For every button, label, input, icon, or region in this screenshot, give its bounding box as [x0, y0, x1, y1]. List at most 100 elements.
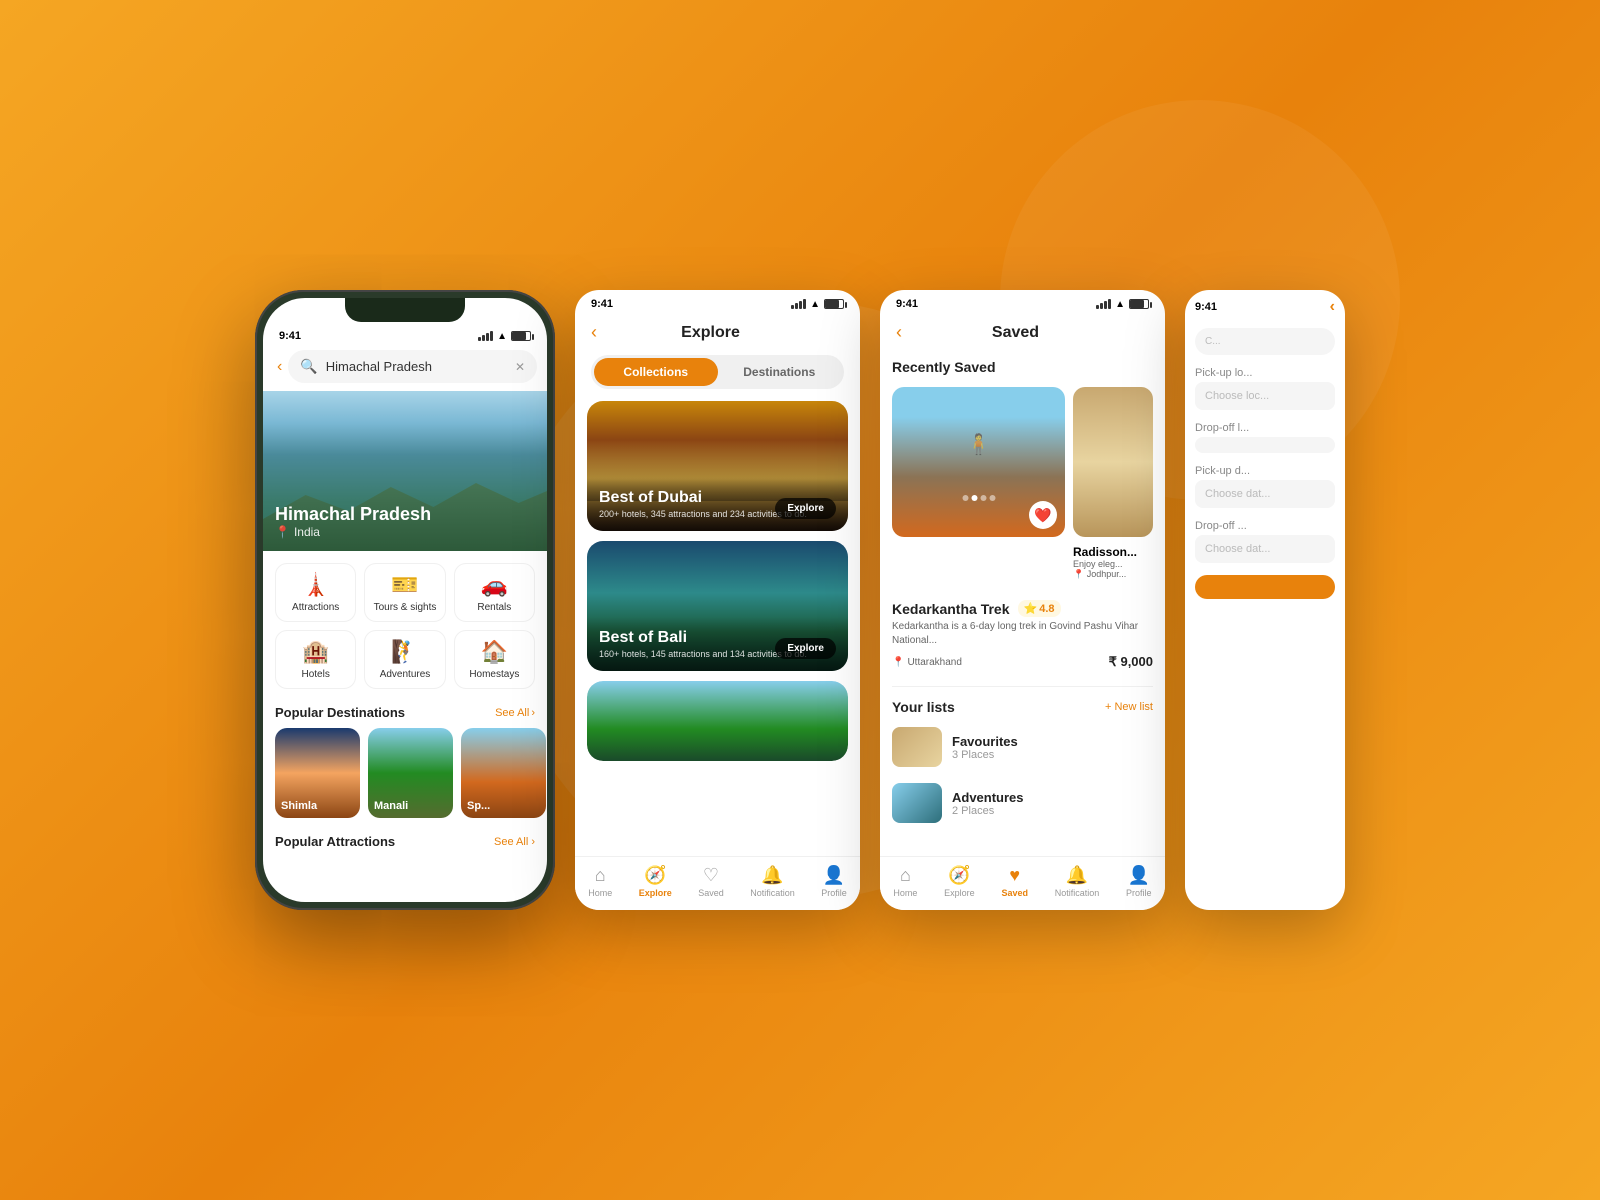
- cat-adventures[interactable]: 🧗 Adventures: [364, 630, 445, 689]
- nav-notification-3[interactable]: 🔔 Notification: [1055, 865, 1100, 898]
- profile-icon-2: 👤: [823, 865, 845, 886]
- your-lists-header: Your lists + New list: [880, 695, 1165, 719]
- dropoff-loc-label: Drop-off l...: [1195, 422, 1335, 434]
- card3[interactable]: [587, 681, 848, 761]
- search-cars-btn[interactable]: [1195, 575, 1335, 599]
- back-button-3[interactable]: ‹: [896, 322, 902, 343]
- radisson-card[interactable]: [1073, 387, 1153, 537]
- nav-explore-2[interactable]: 🧭 Explore: [639, 865, 672, 898]
- dest-spiti[interactable]: Sp...: [461, 728, 546, 818]
- destinations-list: Shimla Manali Sp...: [263, 728, 547, 830]
- tours-icon: 🎫: [391, 572, 418, 598]
- location-country: 📍 India: [275, 525, 431, 539]
- nav-saved-2[interactable]: ♡ Saved: [698, 865, 724, 898]
- search-bar-1[interactable]: 🔍 Himachal Pradesh ✕: [288, 350, 537, 383]
- pickup-date-input[interactable]: Choose dat...: [1195, 480, 1335, 508]
- trek-description: Kedarkantha is a 6-day long trek in Govi…: [892, 620, 1153, 648]
- saved-label-2: Saved: [698, 888, 724, 898]
- dropoff-date-input[interactable]: Choose dat...: [1195, 535, 1335, 563]
- radisson-bg: [1073, 387, 1153, 537]
- dest-shimla[interactable]: Shimla: [275, 728, 360, 818]
- bali-explore-btn[interactable]: Explore: [775, 638, 836, 659]
- see-all-attractions[interactable]: See All ›: [494, 836, 535, 848]
- nav-home-3[interactable]: ⌂ Home: [893, 865, 917, 898]
- trek-price: ₹ 9,000: [1109, 654, 1153, 670]
- time-2: 9:41: [591, 298, 613, 310]
- attractions-icon: 🗼: [302, 572, 329, 598]
- spiti-label: Sp...: [467, 800, 490, 812]
- notification-icon-2: 🔔: [761, 865, 783, 886]
- profile-label-2: Profile: [821, 888, 847, 898]
- dest-manali[interactable]: Manali: [368, 728, 453, 818]
- recently-saved-label: Recently Saved: [880, 351, 1165, 379]
- back-button-4[interactable]: ‹: [1330, 298, 1335, 316]
- saved-icon-3: ♥: [1009, 865, 1020, 886]
- tours-label: Tours & sights: [374, 602, 437, 613]
- saved-header: ‹ Saved: [880, 314, 1165, 351]
- search-icon-1: 🔍: [300, 358, 317, 375]
- bali-card[interactable]: Best of Bali 160+ hotels, 145 attraction…: [587, 541, 848, 671]
- bottom-nav-3: ⌂ Home 🧭 Explore ♥ Saved 🔔 Notification …: [880, 856, 1165, 910]
- kedarkantha-card[interactable]: 🧍 ❤️: [892, 387, 1065, 537]
- screen4: 9:41 ‹ C... Pick-up lo... Choose loc... …: [1185, 290, 1345, 910]
- nav-saved-3[interactable]: ♥ Saved: [1001, 865, 1028, 898]
- tab-collections[interactable]: Collections: [594, 358, 718, 386]
- favourites-info: Favourites 3 Places: [952, 734, 1018, 761]
- radisson-loc: 📍 Jodhpur...: [1073, 569, 1153, 580]
- nav-home-2[interactable]: ⌂ Home: [588, 865, 612, 898]
- nav-profile-2[interactable]: 👤 Profile: [821, 865, 847, 898]
- list-item-adventures[interactable]: Adventures 2 Places: [880, 775, 1165, 831]
- favourites-name: Favourites: [952, 734, 1018, 749]
- explore-title: Explore: [681, 324, 740, 342]
- search-input-4[interactable]: C...: [1195, 328, 1335, 355]
- divider: [892, 686, 1153, 687]
- shimla-label: Shimla: [281, 800, 317, 812]
- pickup-loc-input[interactable]: Choose loc...: [1195, 382, 1335, 410]
- profile-icon-3: 👤: [1128, 865, 1150, 886]
- saved-hero-cards: 🧍 ❤️ Radisson... Enjoy eleg...: [880, 379, 1165, 592]
- saved-icon-2: ♡: [703, 865, 719, 886]
- screen3: 9:41 ▲ ‹ Saved Recently Saved: [880, 290, 1165, 910]
- home-label-3: Home: [893, 888, 917, 898]
- dropoff-loc-input[interactable]: [1195, 437, 1335, 453]
- back-button-2[interactable]: ‹: [591, 322, 597, 343]
- screen1-inner: 9:41 ▲ ‹: [263, 298, 547, 902]
- list-item-favourites[interactable]: Favourites 3 Places: [880, 719, 1165, 775]
- card-dots: [962, 495, 995, 501]
- back-button-1[interactable]: ‹: [277, 358, 282, 376]
- nav-explore-3[interactable]: 🧭 Explore: [944, 865, 975, 898]
- cat-rentals[interactable]: 🚗 Rentals: [454, 563, 535, 622]
- explore-tabs: Collections Destinations: [591, 355, 844, 389]
- cat-tours[interactable]: 🎫 Tours & sights: [364, 563, 445, 622]
- adventures-name: Adventures: [952, 790, 1024, 805]
- manali-label: Manali: [374, 800, 408, 812]
- pin-icon-hotel: 📍: [1073, 569, 1084, 579]
- see-all-destinations[interactable]: See All ›: [495, 707, 535, 719]
- saved-title: Saved: [992, 324, 1039, 342]
- screen2: 9:41 ▲ ‹ Explore Collections Destination…: [575, 290, 860, 910]
- new-list-button[interactable]: + New list: [1105, 701, 1153, 713]
- adventures-info: Adventures 2 Places: [952, 790, 1024, 817]
- nav-profile-3[interactable]: 👤 Profile: [1126, 865, 1152, 898]
- hotel-card-area: Radisson... Enjoy eleg... 📍 Jodhpur...: [1073, 387, 1153, 584]
- dubai-card[interactable]: Best of Dubai 200+ hotels, 345 attractio…: [587, 401, 848, 531]
- heart-button[interactable]: ❤️: [1029, 501, 1057, 529]
- adventures-count: 2 Places: [952, 805, 1024, 817]
- cat-attractions[interactable]: 🗼 Attractions: [275, 563, 356, 622]
- phone-screen-wrap: 9:41 ▲ ‹: [263, 298, 547, 902]
- rentals-icon: 🚗: [481, 572, 508, 598]
- clear-icon-1[interactable]: ✕: [515, 360, 525, 374]
- popular-destinations-header: Popular Destinations See All ›: [263, 701, 547, 728]
- tab-destinations[interactable]: Destinations: [718, 358, 842, 386]
- time-3: 9:41: [896, 298, 918, 310]
- pickup-loc-label: Pick-up lo...: [1195, 367, 1335, 379]
- adventures-thumb: [892, 783, 942, 823]
- cat-hotels[interactable]: 🏨 Hotels: [275, 630, 356, 689]
- nav-notification-2[interactable]: 🔔 Notification: [750, 865, 795, 898]
- dubai-explore-btn[interactable]: Explore: [775, 498, 836, 519]
- pickup-location: Pick-up lo... Choose loc...: [1195, 367, 1335, 410]
- hotels-icon: 🏨: [302, 639, 329, 665]
- cat-homestays[interactable]: 🏠 Homestays: [454, 630, 535, 689]
- favourites-thumb: [892, 727, 942, 767]
- bottom-nav-2: ⌂ Home 🧭 Explore ♡ Saved 🔔 Notification …: [575, 856, 860, 910]
